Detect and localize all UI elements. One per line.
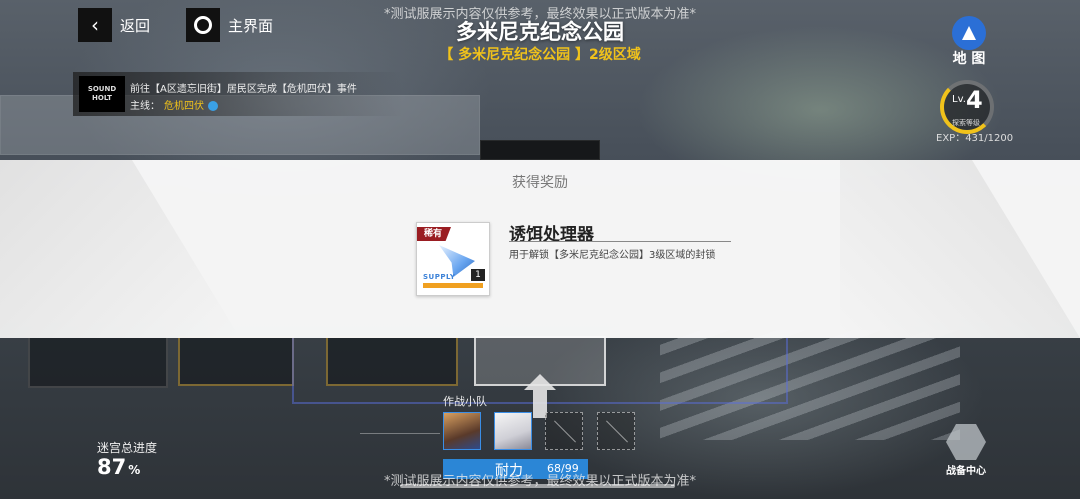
level-desc: 探索等级 — [952, 119, 980, 127]
battle-center-icon — [946, 424, 986, 460]
map-room — [28, 336, 168, 388]
squad-slot-empty[interactable] — [597, 412, 635, 450]
level-value: 4 — [966, 86, 983, 114]
quest-marker-icon — [208, 101, 218, 111]
quest-mainline: 主线： 危机四伏 — [130, 97, 218, 112]
quest-objective: 前往【A区遗忘旧街】居民区完成【危机四伏】事件 — [130, 84, 357, 95]
item-count: 1 — [471, 269, 485, 281]
rarity-badge: 稀有 — [417, 227, 451, 241]
exp-readout: EXP：431/1200 — [936, 133, 1014, 144]
area-title: 多米尼克纪念公园 — [456, 20, 624, 44]
squad-member-1[interactable] — [443, 412, 481, 450]
divider — [509, 241, 731, 242]
reward-item-desc: 用于解锁【多米尼克纪念公园】3级区域的封锁 — [509, 250, 716, 261]
area-subtitle: 【 多米尼克纪念公园 】2级区域 — [439, 47, 641, 63]
level-prefix: Lv. — [952, 94, 966, 105]
squad-member-2[interactable] — [494, 412, 532, 450]
reward-item-card[interactable]: 稀有 SUPPLY 1 — [416, 222, 490, 296]
system-home-indicator[interactable] — [400, 484, 675, 488]
squad-label: 作战小队 — [443, 395, 487, 408]
quest-logo: SOUND HOLT — [79, 76, 125, 112]
map-label: 地 图 — [952, 51, 986, 67]
item-rarity-bar — [423, 283, 483, 288]
map-tile — [480, 140, 600, 160]
item-tag: SUPPLY — [423, 273, 456, 281]
map-button[interactable]: 地 图 — [946, 16, 992, 67]
divider — [360, 433, 440, 434]
reward-dialog[interactable]: 获得奖励 稀有 SUPPLY 1 诱饵处理器 用于解锁【多米尼克纪念公园】3级区… — [0, 160, 1080, 338]
reward-title: 获得奖励 — [512, 175, 568, 191]
squad-slot-empty[interactable] — [545, 412, 583, 450]
maze-progress-label: 迷宫总进度 — [97, 441, 158, 455]
map-room[interactable] — [178, 336, 294, 386]
quest-tracker[interactable]: SOUND HOLT 前往【A区遗忘旧街】居民区完成【危机四伏】事件 主线： 危机… — [73, 72, 403, 116]
navigation-arrow-icon — [952, 16, 986, 50]
